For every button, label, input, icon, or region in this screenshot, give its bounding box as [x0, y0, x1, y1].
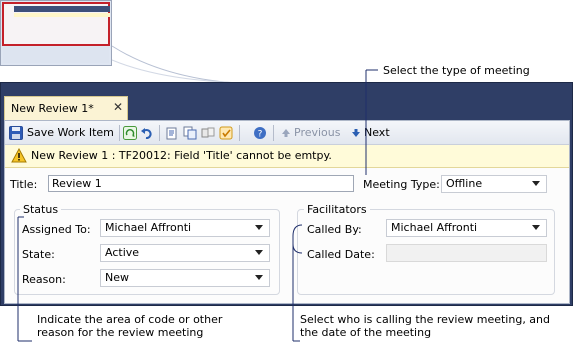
- callout-reason-line2: reason for the review meeting: [37, 326, 204, 339]
- callout-lines: [17, 69, 378, 342]
- callout-facilitators-line1: Select who is calling the review meeting…: [300, 313, 551, 326]
- callout-facilitators: Select who is calling the review meeting…: [300, 313, 550, 339]
- callout-reason: Indicate the area of code or other reaso…: [37, 313, 222, 339]
- callout-reason-line1: Indicate the area of code or other: [37, 313, 223, 326]
- callout-facilitators-line2: the date of the meeting: [300, 326, 432, 339]
- callout-meeting-type: Select the type of meeting: [383, 64, 530, 77]
